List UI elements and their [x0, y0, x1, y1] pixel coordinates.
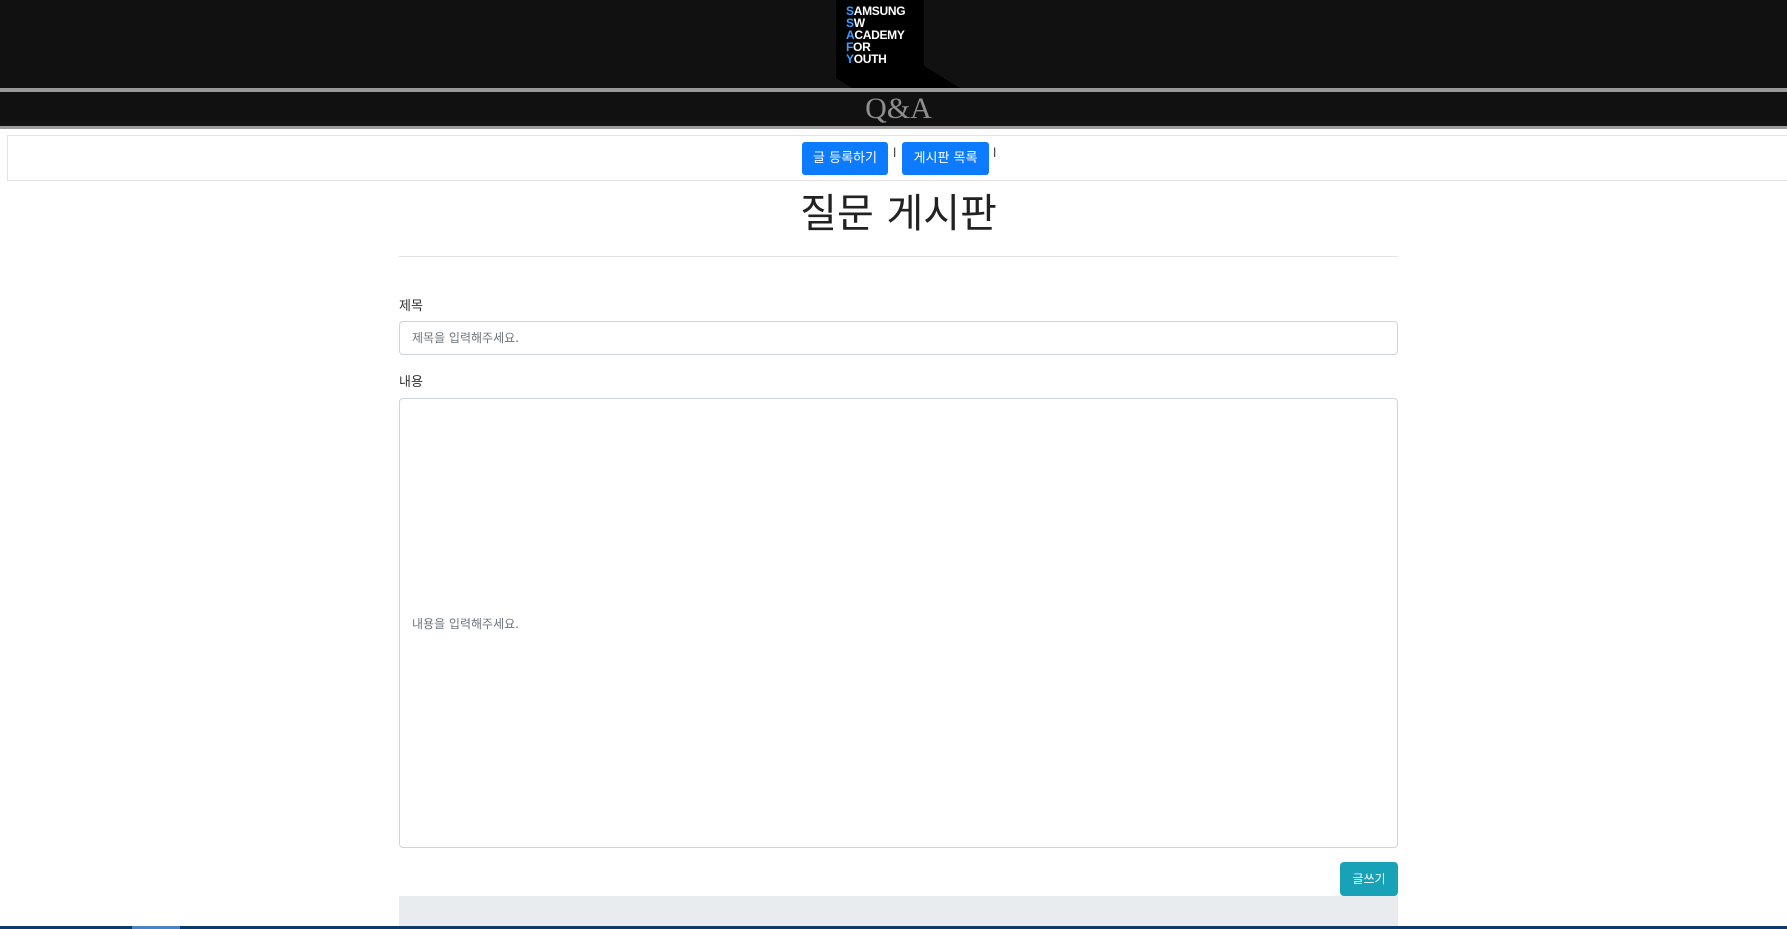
page-title: 질문 게시판 — [800, 191, 997, 237]
logo-line: YOUTH — [846, 52, 887, 66]
title-input[interactable] — [399, 321, 1398, 355]
subtitle-text: Q&A — [865, 92, 932, 125]
nav-separator: l — [893, 146, 897, 160]
submit-post-button[interactable]: 글쓰기 — [1340, 862, 1398, 896]
ssafy-logo[interactable]: SAMSUNG SW ACADEMY FOR YOUTH — [836, 0, 960, 88]
title-field-label: 제목 — [399, 299, 423, 314]
board-nav: 글 등록하기 l 게시판 목록 l — [7, 135, 1787, 181]
nav-separator: l — [993, 146, 997, 160]
content-field-label: 내용 — [399, 375, 423, 390]
content-placeholder: 내용을 입력해주세요. — [412, 617, 519, 631]
footer-panel — [399, 896, 1398, 929]
title-divider — [399, 256, 1398, 257]
subtitle-divider — [0, 126, 1787, 129]
board-list-button[interactable]: 게시판 목록 — [902, 142, 989, 175]
header-bar: SAMSUNG SW ACADEMY FOR YOUTH — [0, 0, 1787, 88]
content-textarea[interactable]: 내용을 입력해주세요. — [399, 398, 1398, 848]
subtitle-bar: Q&A — [0, 92, 1787, 126]
write-post-button[interactable]: 글 등록하기 — [802, 142, 888, 175]
logo-text: SAMSUNG SW ACADEMY FOR YOUTH — [846, 5, 906, 66]
